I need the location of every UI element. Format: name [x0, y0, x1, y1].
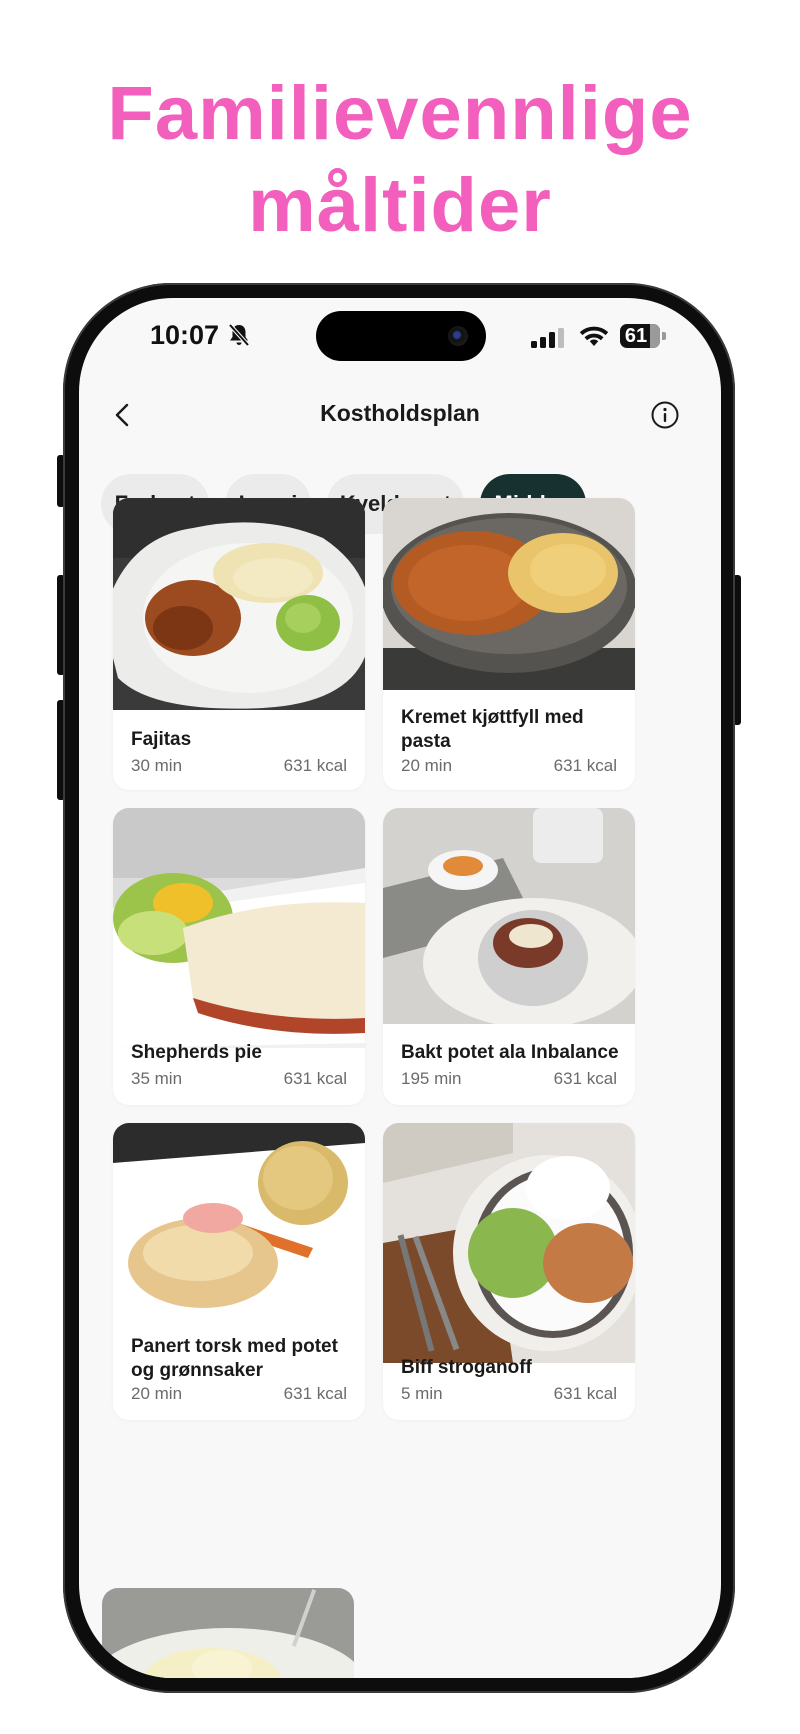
- recipe-kcal: 631 kcal: [553, 1069, 617, 1088]
- recipe-card[interactable]: Fajitas 30 min 631 kcal: [113, 498, 365, 790]
- recipe-name: Panert torsk med potet og grønnsaker: [131, 1336, 338, 1381]
- recipe-time: 35 min: [131, 1069, 183, 1088]
- status-time: 10:07: [150, 320, 220, 350]
- cellular-signal-icon: [531, 328, 564, 348]
- headline-line-2: måltider: [248, 163, 552, 248]
- recipe-time: 30 min: [131, 756, 183, 775]
- recipe-photo: [383, 1123, 635, 1363]
- recipe-photo: [113, 1123, 365, 1339]
- recipe-meta: 195 min 631 kcal: [401, 1069, 617, 1093]
- headline: Familievennlige måltider: [0, 68, 800, 252]
- recipe-meta: 20 min 631 kcal: [131, 1384, 347, 1408]
- recipe-meta: 35 min 631 kcal: [131, 1069, 347, 1093]
- recipe-name: Bakt potet ala Inbalance: [401, 1042, 619, 1063]
- recipe-kcal: 631 kcal: [283, 756, 347, 775]
- headline-line-1: Familievennlige: [107, 71, 693, 156]
- recipe-photo: [113, 808, 365, 1048]
- camera-icon: [448, 326, 468, 346]
- recipe-card[interactable]: Shepherds pie 35 min 631 kcal: [113, 808, 365, 1105]
- battery-icon: 61: [620, 324, 668, 348]
- recipe-card-partial[interactable]: [102, 1588, 354, 1678]
- recipe-card[interactable]: Biff stroganoff 5 min 631 kcal: [383, 1123, 635, 1420]
- battery-level: 61: [624, 325, 648, 347]
- recipe-time: 20 min: [131, 1384, 183, 1403]
- recipe-time: 5 min: [401, 1384, 443, 1403]
- recipe-kcal: 631 kcal: [553, 756, 617, 775]
- recipe-card[interactable]: Bakt potet ala Inbalance 195 min 631 kca…: [383, 808, 635, 1105]
- recipe-kcal: 631 kcal: [283, 1069, 347, 1088]
- navigation-bar: Kostholdsplan: [79, 383, 721, 447]
- recipe-meta: 20 min 631 kcal: [401, 756, 617, 780]
- recipe-name: Kremet kjøttfyll med pasta: [401, 707, 584, 752]
- wifi-icon: [579, 326, 609, 346]
- recipe-name: Fajitas: [131, 729, 192, 750]
- recipe-photo: [383, 808, 635, 1024]
- page-title: Kostholdsplan: [320, 400, 480, 426]
- recipe-meta: 30 min 631 kcal: [131, 756, 347, 780]
- recipe-kcal: 631 kcal: [553, 1384, 617, 1403]
- phone-screen: 10:07 61 Kostholdsplan Frokost Lunsj: [79, 298, 721, 1678]
- recipe-kcal: 631 kcal: [283, 1384, 347, 1403]
- recipe-time: 195 min: [401, 1069, 462, 1088]
- recipe-name: Biff stroganoff: [401, 1357, 532, 1378]
- recipe-name: Shepherds pie: [131, 1042, 262, 1063]
- recipe-meta: 5 min 631 kcal: [401, 1384, 617, 1408]
- recipe-card[interactable]: Kremet kjøttfyll med pasta 20 min 631 kc…: [383, 498, 635, 790]
- recipe-time: 20 min: [401, 756, 453, 775]
- bell-muted-icon: [228, 323, 250, 347]
- recipe-card[interactable]: Panert torsk med potet og grønnsaker 20 …: [113, 1123, 365, 1420]
- recipe-photo: [383, 498, 635, 690]
- recipe-photo: [102, 1588, 354, 1678]
- recipe-photo: [113, 498, 365, 710]
- info-icon[interactable]: [650, 400, 680, 430]
- dynamic-island: [316, 311, 486, 361]
